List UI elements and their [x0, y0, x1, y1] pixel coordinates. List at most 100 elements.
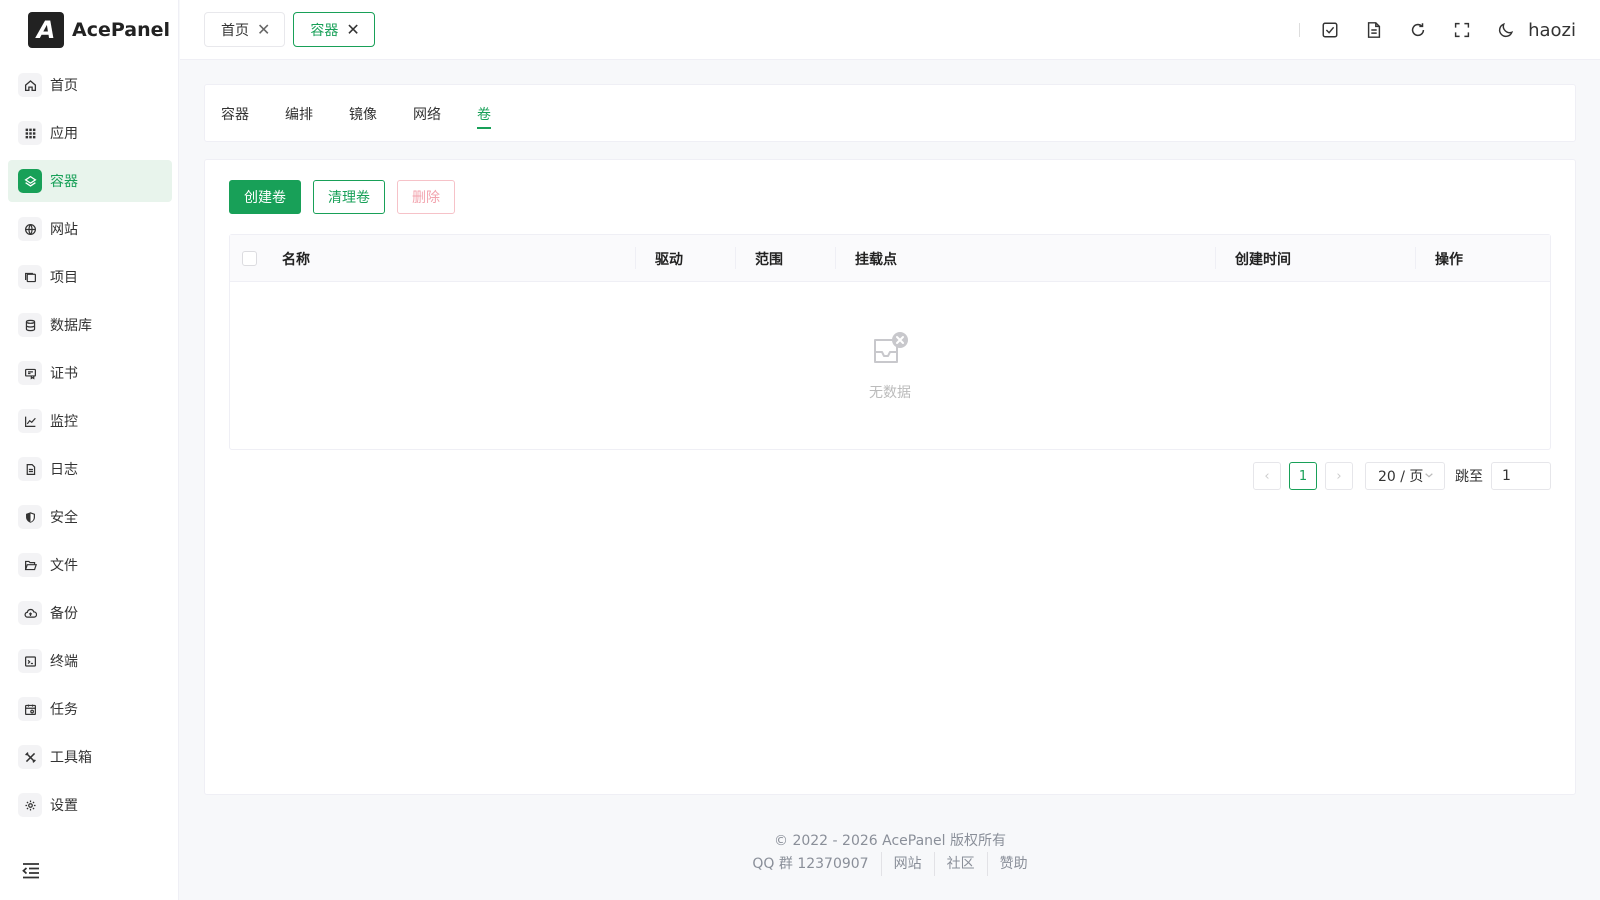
footer-link-sponsor[interactable]: 赞助	[986, 852, 1040, 876]
sidebar-item-label: 网站	[50, 222, 78, 238]
column-divider	[635, 247, 636, 269]
volume-toolbar: 创建卷 清理卷 删除	[229, 180, 455, 214]
footer-links: QQ 群 12370907 网站 社区 赞助	[180, 852, 1600, 876]
empty-text: 无数据	[869, 385, 911, 401]
empty-state: 无数据	[230, 282, 1550, 449]
database-icon	[18, 313, 42, 337]
table-header: 名称 驱动 范围 挂载点 创建时间 操作	[230, 235, 1550, 282]
sidebar-item-projects[interactable]: 项目	[8, 256, 172, 298]
logo-mark: A	[28, 12, 64, 48]
calendar-icon	[18, 697, 42, 721]
sidebar-item-certificates[interactable]: 证书	[8, 352, 172, 394]
delete-button[interactable]: 删除	[397, 180, 455, 214]
sidebar-item-label: 日志	[50, 462, 78, 478]
chevron-down-icon	[1424, 468, 1434, 484]
volumes-table: 名称 驱动 范围 挂载点 创建时间 操作 无数据	[229, 234, 1551, 450]
sidebar: A AcePanel 首页 应用 容器 网站 项目 数据库 证书 监控 日志 安…	[0, 0, 179, 900]
volumes-card: 创建卷 清理卷 删除 名称 驱动 范围 挂载点 创建时间 操作 无数据 ‹ 1 …	[204, 159, 1576, 795]
select-all-checkbox[interactable]	[242, 251, 257, 266]
folder-open-icon	[18, 553, 42, 577]
sidebar-item-label: 监控	[50, 414, 78, 430]
collapse-sidebar-icon[interactable]	[20, 860, 42, 882]
sidebar-item-label: 备份	[50, 606, 78, 622]
sidebar-item-database[interactable]: 数据库	[8, 304, 172, 346]
tab-networks[interactable]: 网络	[413, 85, 441, 143]
moon-icon[interactable]	[1496, 20, 1516, 40]
footer: © 2022 - 2026 AcePanel 版权所有 QQ 群 1237090…	[180, 830, 1600, 876]
close-icon[interactable]: ✕	[346, 21, 359, 38]
task-check-icon[interactable]	[1320, 20, 1340, 40]
tab-images[interactable]: 镜像	[349, 85, 377, 143]
shield-icon	[18, 505, 42, 529]
chart-line-icon	[18, 409, 42, 433]
user-menu[interactable]: haozi	[1528, 20, 1576, 41]
terminal-icon	[18, 649, 42, 673]
container-subtabs: 容器 编排 镜像 网络 卷	[221, 85, 491, 143]
sidebar-item-label: 首页	[50, 78, 78, 94]
column-created-at: 创建时间	[1235, 251, 1291, 268]
column-divider	[835, 247, 836, 269]
sidebar-item-settings[interactable]: 设置	[8, 784, 172, 826]
footer-link-website[interactable]: 网站	[880, 852, 934, 876]
sidebar-item-containers[interactable]: 容器	[8, 160, 172, 202]
sidebar-item-backup[interactable]: 备份	[8, 592, 172, 634]
column-divider	[735, 247, 736, 269]
sidebar-item-files[interactable]: 文件	[8, 544, 172, 586]
sidebar-item-label: 设置	[50, 798, 78, 814]
next-page-button[interactable]: ›	[1325, 462, 1353, 490]
sidebar-item-label: 文件	[50, 558, 78, 574]
pagination: ‹ 1 › 20 / 页 跳至	[1253, 462, 1551, 490]
document-icon[interactable]	[1364, 20, 1384, 40]
home-icon	[18, 73, 42, 97]
column-actions: 操作	[1435, 251, 1463, 268]
sidebar-item-terminal[interactable]: 终端	[8, 640, 172, 682]
sidebar-item-label: 证书	[50, 366, 78, 382]
column-driver: 驱动	[655, 251, 683, 268]
footer-link-qq[interactable]: QQ 群 12370907	[740, 852, 880, 876]
sidebar-item-apps[interactable]: 应用	[8, 112, 172, 154]
fullscreen-icon[interactable]	[1452, 20, 1472, 40]
sidebar-item-tasks[interactable]: 任务	[8, 688, 172, 730]
file-text-icon	[18, 457, 42, 481]
column-mountpoint: 挂载点	[855, 251, 897, 268]
sidebar-item-logs[interactable]: 日志	[8, 448, 172, 490]
column-divider	[1215, 247, 1216, 269]
sidebar-item-label: 任务	[50, 702, 78, 718]
page-tab-containers[interactable]: 容器 ✕	[293, 12, 375, 47]
page-size-value: 20 / 页	[1378, 469, 1424, 485]
tab-containers[interactable]: 容器	[221, 85, 249, 143]
sidebar-item-label: 安全	[50, 510, 78, 526]
sidebar-item-toolbox[interactable]: 工具箱	[8, 736, 172, 778]
tab-volumes[interactable]: 卷	[477, 85, 491, 143]
page-number[interactable]: 1	[1289, 462, 1317, 490]
refresh-icon[interactable]	[1408, 20, 1428, 40]
prune-volumes-button[interactable]: 清理卷	[313, 180, 385, 214]
jump-page-input[interactable]	[1491, 462, 1551, 490]
sidebar-item-label: 应用	[50, 126, 78, 142]
page-tab-home[interactable]: 首页 ✕	[204, 12, 286, 47]
tab-compose[interactable]: 编排	[285, 85, 313, 143]
page-tab-label: 容器	[310, 22, 339, 39]
sidebar-item-security[interactable]: 安全	[8, 496, 172, 538]
sidebar-item-home[interactable]: 首页	[8, 64, 172, 106]
app-logo[interactable]: A AcePanel	[28, 12, 170, 48]
footer-link-community[interactable]: 社区	[933, 852, 987, 876]
gear-icon	[18, 793, 42, 817]
sidebar-item-label: 容器	[50, 174, 78, 190]
close-icon[interactable]: ✕	[257, 21, 270, 38]
sidebar-item-label: 终端	[50, 654, 78, 670]
prev-page-button[interactable]: ‹	[1253, 462, 1281, 490]
sidebar-item-websites[interactable]: 网站	[8, 208, 172, 250]
grid-icon	[18, 121, 42, 145]
sidebar-item-label: 工具箱	[50, 750, 92, 766]
page-tab-label: 首页	[221, 22, 249, 39]
page-size-select[interactable]: 20 / 页	[1365, 462, 1445, 490]
globe-icon	[18, 217, 42, 241]
sidebar-item-monitor[interactable]: 监控	[8, 400, 172, 442]
column-scope: 范围	[755, 251, 783, 268]
layers-icon	[18, 169, 42, 193]
sidebar-menu: 首页 应用 容器 网站 项目 数据库 证书 监控 日志 安全 文件 备份 终端 …	[8, 64, 172, 832]
create-volume-button[interactable]: 创建卷	[229, 180, 301, 214]
page-tabs: 首页 ✕ 容器 ✕	[204, 12, 375, 47]
empty-inbox-icon	[870, 330, 910, 374]
